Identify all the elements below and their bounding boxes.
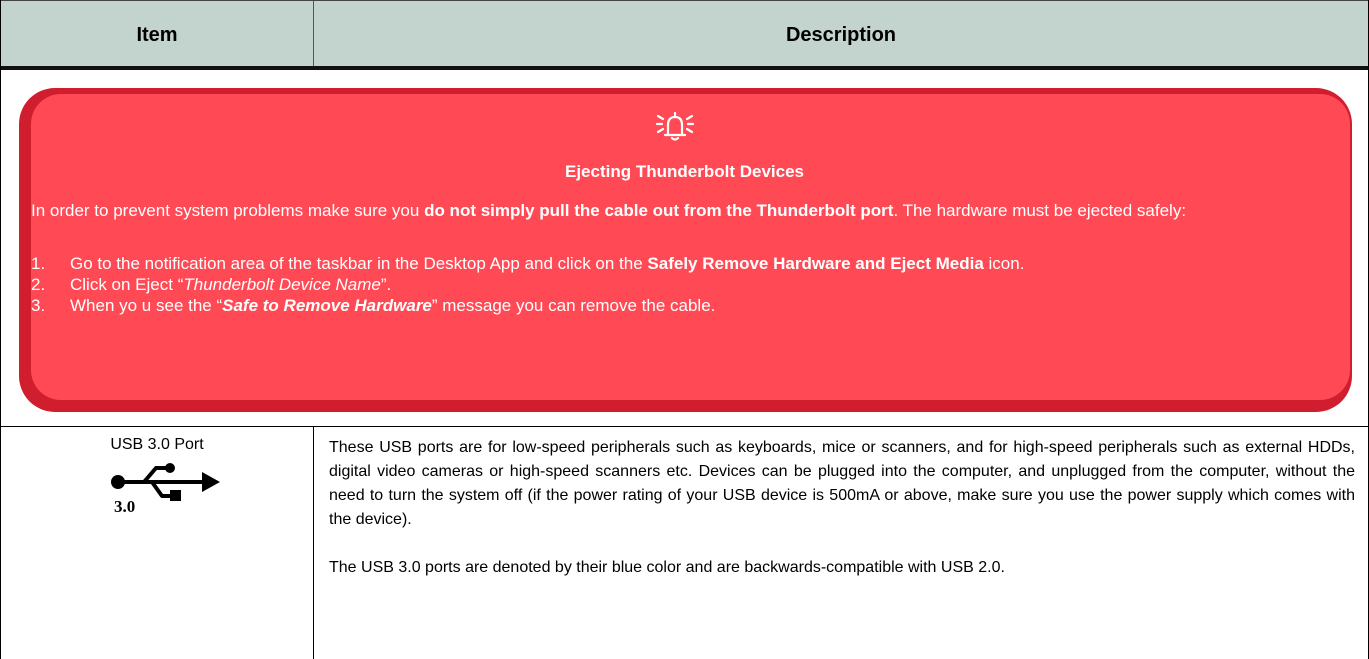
warning-intro: In order to prevent system problems make… <box>31 200 1321 222</box>
header-description: Description <box>785 24 897 46</box>
step-text-end: ” message you can remove the cable. <box>431 296 716 315</box>
header-column-divider <box>313 1 314 68</box>
usb-3.0-icon: 3.0 <box>111 463 220 516</box>
header-item: Item <box>136 24 178 46</box>
usb-description: These USB ports are for low-speed periph… <box>329 436 1355 580</box>
usb-description-paragraph: The USB 3.0 ports are denoted by their b… <box>329 559 1005 576</box>
usb-icon-caption: 3.0 <box>114 497 135 516</box>
warning-steps: 1. Go to the notification area of the tas… <box>31 253 1331 316</box>
warning-step: 1. Go to the notification area of the tas… <box>31 253 1331 274</box>
usb-description-paragraph: These USB ports are for low-speed periph… <box>329 439 1355 528</box>
row-divider <box>1 426 1368 427</box>
step-bold-italic: Safe to Remove Hardware <box>222 296 432 315</box>
step-bold: Safely Remove Hardware and Eject Media <box>647 254 984 273</box>
warning-intro-pre: In order to prevent system problems make… <box>31 201 425 220</box>
table-header: Item Description <box>1 0 1368 69</box>
warning-intro-post: . The hardware must be ejected safely: <box>893 201 1187 220</box>
step-number: 2. <box>31 275 46 294</box>
step-text: Go to the notification area of the taskb… <box>70 254 648 273</box>
body-column-divider <box>313 427 314 659</box>
warning-title: Ejecting Thunderbolt Devices <box>565 162 804 181</box>
step-number: 1. <box>31 254 46 273</box>
warning-step: 2. Click on Eject “Thunderbolt Device Nam… <box>31 274 1331 295</box>
step-text: When yo u see the “ <box>70 296 223 315</box>
step-text: Click on Eject “ <box>70 275 184 294</box>
bell-warning-icon <box>655 111 695 141</box>
spec-table: Item Description Ejecting Thunderbolt De… <box>0 0 1369 659</box>
step-text-end: icon. <box>983 254 1025 273</box>
step-text-end: ”. <box>380 275 392 294</box>
warning-row: Ejecting Thunderbolt Devices In order to… <box>1 70 1368 426</box>
step-number: 3. <box>31 296 46 315</box>
warning-step: 3. When yo u see the “Safe to Remove Hard… <box>31 295 1331 316</box>
warning-intro-bold: do not simply pull the cable out from th… <box>424 201 894 220</box>
step-italic: Thunderbolt Device Name <box>183 275 381 294</box>
usb-port-label: USB 3.0 Port <box>110 436 204 453</box>
